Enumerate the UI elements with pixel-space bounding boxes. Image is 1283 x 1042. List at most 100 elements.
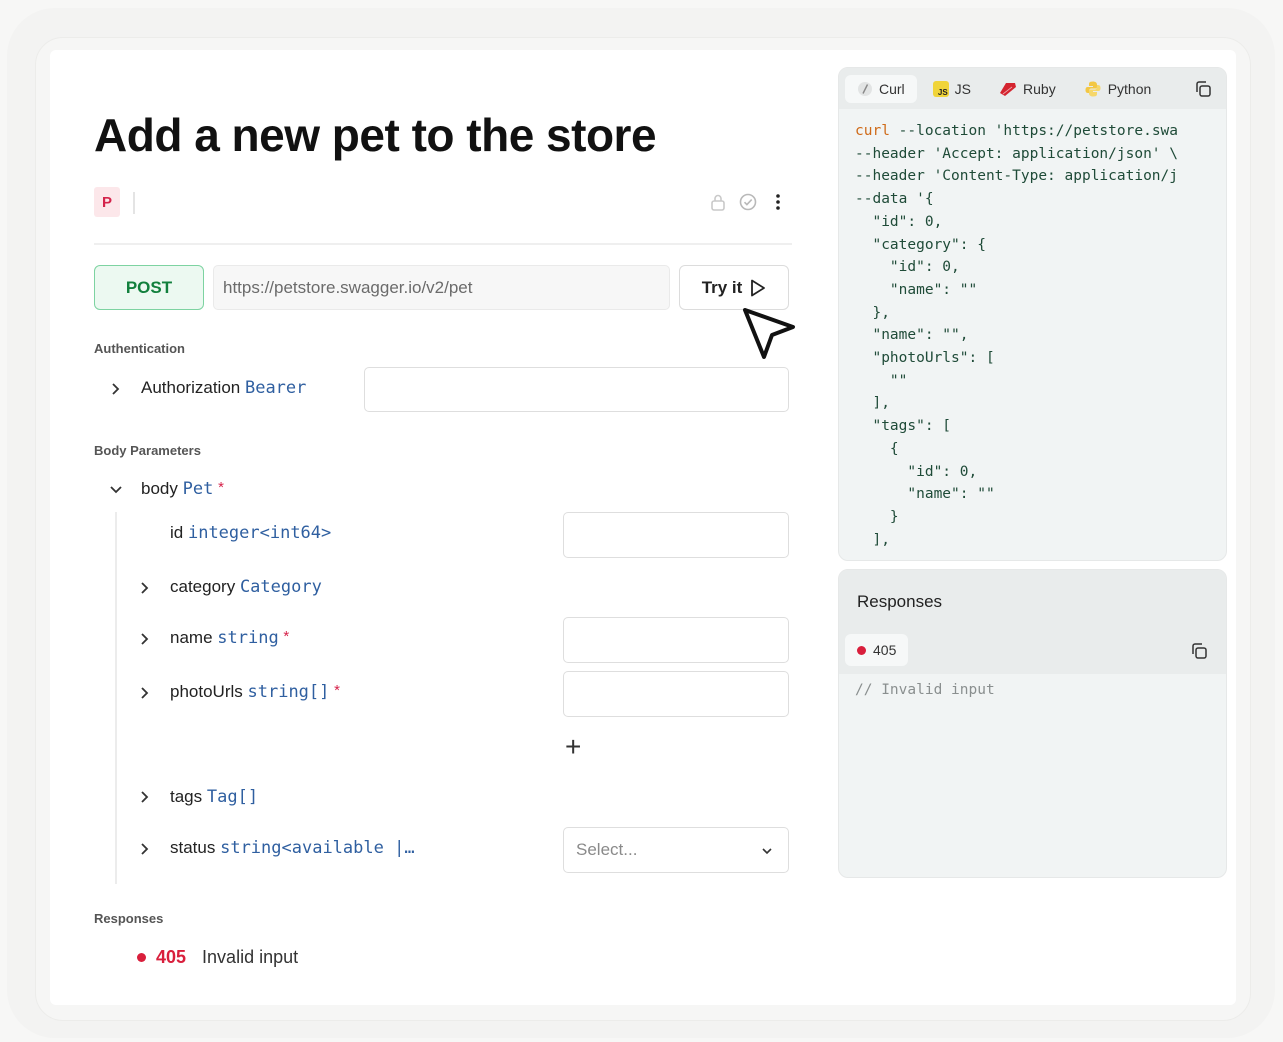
name-input[interactable]: [563, 617, 789, 663]
field-name: status: [170, 838, 216, 857]
body-root-type: Pet: [182, 479, 214, 499]
field-type: integer<int64>: [187, 523, 332, 543]
field-name: category: [170, 577, 236, 596]
code-sample: curl --location 'https://petstore.swa --h…: [855, 120, 1215, 551]
photourls-input[interactable]: [563, 671, 789, 717]
body-root-name: body: [141, 479, 178, 498]
code-line: curl --location 'https://petstore.swa: [855, 120, 1215, 143]
tab-curl[interactable]: Curl: [845, 74, 917, 103]
code-text: "id": 0,: [855, 213, 943, 230]
code-keyword: curl: [855, 123, 890, 139]
id-input[interactable]: [563, 512, 789, 558]
header-divider: [94, 243, 792, 245]
required-marker: *: [283, 628, 290, 645]
method-badge: P: [94, 187, 120, 217]
code-text: }: [855, 508, 899, 525]
chevron-down-icon[interactable]: [109, 483, 123, 497]
responses-panel-title: Responses: [857, 592, 943, 611]
code-text: "tags": [: [855, 418, 952, 435]
code-line: "photoUrls": [: [855, 347, 1215, 370]
more-vertical-icon[interactable]: [768, 192, 788, 212]
code-text: {: [855, 440, 899, 457]
code-text: --location 'https://petstore.swa: [889, 123, 1179, 139]
code-line: ],: [855, 529, 1215, 552]
response-code: 405: [156, 947, 187, 967]
code-line: "id": 0,: [855, 461, 1215, 484]
response-item[interactable]: 405 Invalid input: [137, 947, 298, 968]
code-text: ],: [855, 531, 890, 548]
code-line: ],: [855, 392, 1215, 415]
chevron-right-icon[interactable]: [138, 686, 152, 700]
code-text: --header 'Content-Type: application/j: [855, 168, 1179, 185]
field-type: Tag[]: [206, 787, 259, 807]
ruby-icon: [1000, 82, 1017, 96]
field-type: string<available |…: [220, 838, 415, 858]
http-method-badge: POST: [94, 265, 204, 310]
field-type: string: [217, 628, 279, 648]
copy-icon[interactable]: [1194, 80, 1212, 98]
authorization-input[interactable]: [364, 367, 789, 412]
field-status-label: status string<available |…: [170, 838, 415, 858]
tree-guide-line: [115, 512, 117, 884]
field-category-label: category Category: [170, 577, 322, 597]
code-line: }: [855, 506, 1215, 529]
chevron-right-icon[interactable]: [109, 382, 123, 396]
tab-js[interactable]: JS JS: [921, 75, 983, 103]
field-type: Category: [239, 577, 322, 597]
auth-name: Authorization: [141, 378, 241, 397]
responses-panel-header: Responses 405: [839, 570, 1226, 674]
tab-label: Python: [1107, 80, 1152, 97]
response-tab-405[interactable]: 405: [845, 634, 909, 666]
tab-python[interactable]: Python: [1072, 74, 1164, 104]
curl-icon: [858, 81, 872, 96]
try-it-label: Try it: [701, 277, 743, 297]
body-parameters-label: Body Parameters: [94, 443, 201, 458]
code-text: --data '{: [855, 191, 934, 208]
copy-icon[interactable]: [1190, 642, 1208, 660]
tab-label: Curl: [879, 80, 905, 97]
response-description: Invalid input: [202, 947, 299, 967]
text-caret: [133, 192, 135, 214]
field-name: name: [170, 628, 213, 647]
chevron-down-icon: [762, 848, 772, 855]
code-text: "name": "": [855, 281, 978, 298]
code-text: --header 'Accept: application/json' \: [855, 145, 1179, 162]
code-line: --data '{: [855, 188, 1215, 211]
required-marker: *: [218, 479, 224, 496]
field-type: string[]: [247, 682, 330, 702]
chevron-right-icon[interactable]: [138, 581, 152, 595]
tab-label: JS: [954, 80, 972, 97]
code-text: "id": 0,: [855, 463, 978, 480]
field-name: id: [170, 523, 184, 542]
code-line: },: [855, 302, 1215, 325]
check-circle-icon[interactable]: [738, 192, 758, 212]
code-line: "name": "",: [855, 324, 1215, 347]
authentication-label: Authentication: [94, 341, 185, 356]
code-line: --header 'Accept: application/json' \: [855, 143, 1215, 166]
responses-panel: Responses 405 // Invalid input: [838, 569, 1227, 878]
code-text: ],: [855, 395, 890, 412]
code-text: "photoUrls": [: [855, 350, 995, 367]
url-field[interactable]: https://petstore.swagger.io/v2/pet: [213, 265, 670, 310]
auth-type: Bearer: [244, 378, 307, 398]
code-line: "category": {: [855, 234, 1215, 257]
status-select[interactable]: Select...: [563, 827, 789, 873]
chevron-right-icon[interactable]: [138, 842, 152, 856]
chevron-right-icon[interactable]: [138, 632, 152, 646]
play-icon: [751, 279, 766, 296]
error-dot: [857, 645, 866, 655]
try-it-button[interactable]: Try it: [679, 265, 789, 310]
response-body: // Invalid input: [855, 682, 995, 698]
code-line: --header 'Content-Type: application/j: [855, 165, 1215, 188]
chevron-right-icon[interactable]: [138, 790, 152, 804]
response-tab-label: 405: [873, 642, 897, 658]
lock-icon[interactable]: [708, 192, 728, 212]
code-text: "": [855, 372, 908, 389]
add-item-button[interactable]: +: [565, 733, 581, 761]
body-root-label: body Pet *: [141, 479, 224, 499]
code-line: "name": "": [855, 279, 1215, 302]
tab-ruby[interactable]: Ruby: [987, 75, 1068, 103]
code-line: "": [855, 370, 1215, 393]
code-line: "tags": [: [855, 415, 1215, 438]
error-dot: [137, 953, 146, 962]
